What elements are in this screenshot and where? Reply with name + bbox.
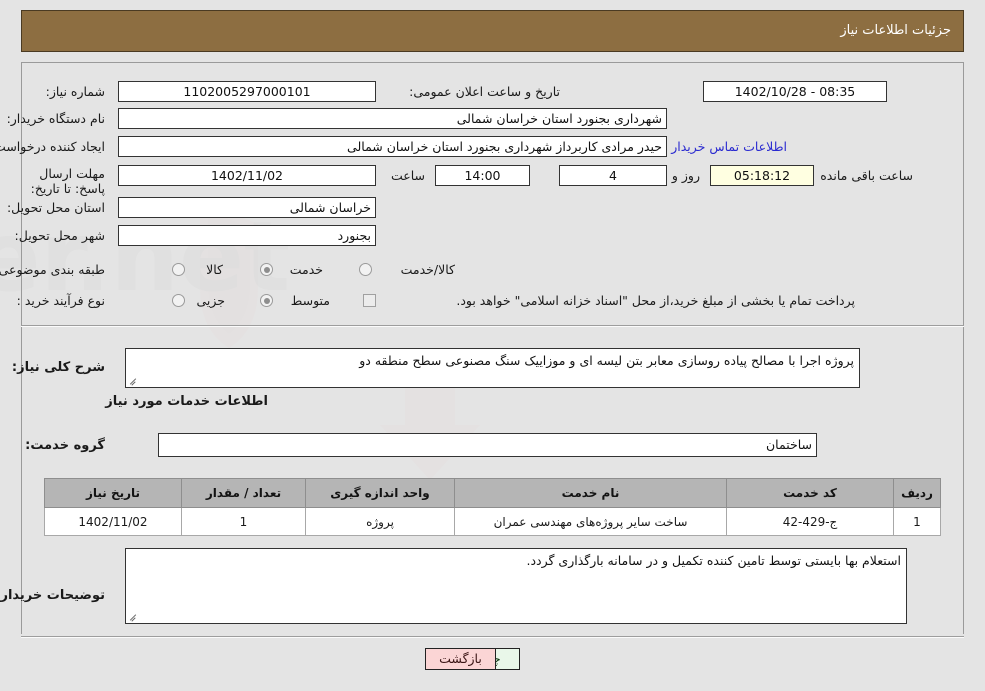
buyer-org-label: نام دستگاه خریدار: bbox=[6, 111, 105, 126]
remaining-days-label: روز و bbox=[671, 168, 700, 183]
deadline-time-label: ساعت bbox=[390, 168, 425, 183]
buyer-org-value: شهرداری بجنورد استان خراسان شمالی bbox=[118, 108, 667, 129]
radio-process-motevaset[interactable] bbox=[260, 294, 273, 307]
city-label: شهر محل تحویل: bbox=[14, 228, 105, 243]
buyer-notes-textarea[interactable]: استعلام بها بایستی توسط تامین کننده تکمی… bbox=[125, 548, 907, 624]
process-option-jozei-label: جزیی bbox=[196, 293, 225, 308]
divider-before-footer bbox=[21, 636, 964, 638]
remaining-clock-value: 05:18:12 bbox=[710, 165, 814, 186]
radio-category-kala-khedmat[interactable] bbox=[359, 263, 372, 276]
services-section-heading: اطلاعات خدمات مورد نیاز bbox=[105, 394, 268, 409]
islamic-treasury-label: پرداخت تمام یا بخشی از مبلغ خرید،از محل … bbox=[456, 293, 855, 308]
need-number-label: شماره نیاز: bbox=[45, 84, 105, 99]
need-number-value: 1102005297000101 bbox=[118, 81, 376, 102]
col-header-row: ردیف bbox=[893, 478, 941, 508]
deadline-time-value: 14:00 bbox=[435, 165, 530, 186]
table-header-row: ردیف کد خدمت نام خدمت واحد اندازه گیری ت… bbox=[44, 478, 941, 508]
general-desc-text: پروژه اجرا با مصالح پیاده روسازی معابر ب… bbox=[359, 353, 854, 368]
category-option-kala-label: کالا bbox=[206, 262, 223, 277]
col-header-unit: واحد اندازه گیری bbox=[305, 478, 455, 508]
col-header-name: نام خدمت bbox=[454, 478, 727, 508]
radio-category-kala[interactable] bbox=[172, 263, 185, 276]
resize-grip-icon-notes[interactable] bbox=[128, 612, 138, 622]
services-table: ردیف کد خدمت نام خدمت واحد اندازه گیری ت… bbox=[44, 478, 941, 536]
remaining-clock-label: ساعت باقی مانده bbox=[820, 168, 913, 183]
radio-process-jozei[interactable] bbox=[172, 294, 185, 307]
buyer-notes-label: توضیحات خریدار: bbox=[0, 588, 105, 603]
city-value: بجنورد bbox=[118, 225, 376, 246]
divider-after-need-info bbox=[21, 325, 964, 327]
general-desc-label: شرح کلی نیاز: bbox=[11, 360, 105, 375]
resize-grip-icon[interactable] bbox=[128, 376, 138, 386]
process-option-motevaset-label: متوسط bbox=[290, 293, 330, 308]
checkbox-islamic-treasury[interactable] bbox=[363, 294, 376, 307]
province-value: خراسان شمالی bbox=[118, 197, 376, 218]
category-label: طبقه بندی موضوعی: bbox=[0, 262, 105, 277]
buyer-notes-text: استعلام بها بایستی توسط تامین کننده تکمی… bbox=[526, 553, 902, 568]
table-row: 1 ج-429-42 ساخت سایر پروژه‌های مهندسی عم… bbox=[44, 507, 941, 536]
col-header-code: کد خدمت bbox=[726, 478, 894, 508]
cell-row: 1 bbox=[893, 507, 941, 536]
announce-label: تاریخ و ساعت اعلان عمومی: bbox=[409, 84, 560, 99]
back-button[interactable]: بازگشت bbox=[425, 648, 496, 670]
creator-value: حیدر مرادی کاربرداز شهرداری بجنورد استان… bbox=[118, 136, 667, 157]
remaining-days-value: 4 bbox=[559, 165, 667, 186]
category-option-khedmat-label: خدمت bbox=[289, 262, 323, 277]
service-group-label: گروه خدمت: bbox=[25, 438, 105, 453]
deadline-date-value: 1402/11/02 bbox=[118, 165, 376, 186]
process-label: نوع فرآیند خرید : bbox=[16, 293, 105, 308]
cell-code: ج-429-42 bbox=[726, 507, 894, 536]
announce-value: 08:35 - 1402/10/28 bbox=[703, 81, 887, 102]
cell-unit: پروژه bbox=[305, 507, 455, 536]
col-header-qty: تعداد / مقدار bbox=[181, 478, 306, 508]
page-title: جزئیات اطلاعات نیاز bbox=[840, 23, 951, 38]
province-label: استان محل تحویل: bbox=[6, 200, 105, 215]
deadline-label: مهلت ارسال پاسخ: تا تاریخ: bbox=[30, 166, 105, 196]
cell-date: 1402/11/02 bbox=[44, 507, 182, 536]
col-header-date: تاریخ نیاز bbox=[44, 478, 182, 508]
category-option-kala-khedmat-label: کالا/خدمت bbox=[400, 262, 455, 277]
cell-name: ساخت سایر پروژه‌های مهندسی عمران bbox=[454, 507, 727, 536]
creator-label: ایجاد کننده درخواست: bbox=[0, 139, 105, 154]
radio-category-khedmat[interactable] bbox=[260, 263, 273, 276]
general-desc-textarea[interactable]: پروژه اجرا با مصالح پیاده روسازی معابر ب… bbox=[125, 348, 860, 388]
buyer-contact-link[interactable]: اطلاعات تماس خریدار bbox=[671, 139, 787, 154]
page-header-bar: جزئیات اطلاعات نیاز bbox=[21, 10, 964, 52]
cell-qty: 1 bbox=[181, 507, 306, 536]
service-group-value: ساختمان bbox=[158, 433, 817, 457]
